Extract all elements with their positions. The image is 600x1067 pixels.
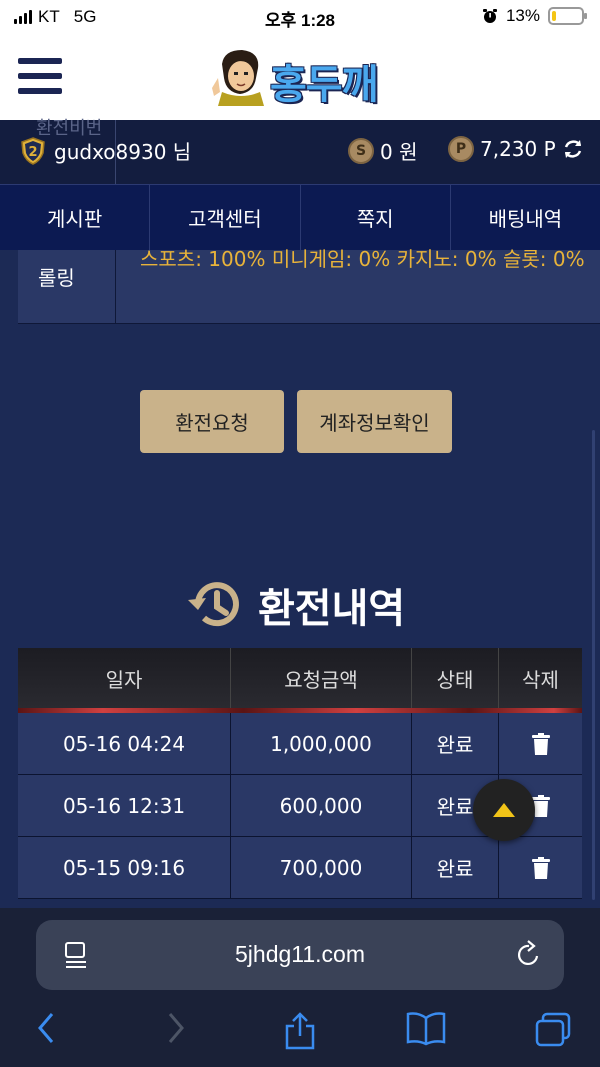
site-logo[interactable]: 홍두깨 bbox=[208, 46, 398, 108]
history-icon bbox=[188, 582, 239, 627]
site-header: 홍두깨 bbox=[0, 34, 600, 120]
trash-icon[interactable] bbox=[531, 732, 550, 755]
row-date: 05-16 12:31 bbox=[18, 775, 231, 836]
reload-icon[interactable] bbox=[516, 940, 542, 968]
column-header-date: 일자 bbox=[18, 648, 231, 708]
column-header-status: 상태 bbox=[412, 648, 499, 708]
trash-icon[interactable] bbox=[531, 856, 550, 879]
exchange-history-table: 일자 요청금액 상태 삭제 05-16 04:24 1,000,000 완료 0… bbox=[18, 648, 582, 899]
page-scrollbar[interactable] bbox=[592, 430, 595, 900]
back-icon[interactable] bbox=[36, 1012, 56, 1044]
table-row: 05-16 04:24 1,000,000 완료 bbox=[18, 713, 582, 775]
address-bar[interactable]: 5jhdg11.com bbox=[36, 920, 564, 990]
main-nav: 게시판 고객센터 쪽지 배팅내역 bbox=[0, 184, 600, 250]
browser-toolbar bbox=[0, 1012, 600, 1056]
row-amount: 600,000 bbox=[231, 775, 412, 836]
status-bar: KT 5G 오후 1:28 13% bbox=[0, 0, 600, 34]
table-row: 05-15 09:16 700,000 완료 bbox=[18, 837, 582, 899]
exchange-request-button[interactable]: 환전요청 bbox=[140, 390, 284, 453]
tab-board[interactable]: 게시판 bbox=[0, 185, 151, 250]
row-amount: 700,000 bbox=[231, 837, 412, 898]
column-header-amount: 요청금액 bbox=[231, 648, 412, 708]
rolling-row: 롤링 스포츠: 100% 미니게임: 0% 카지노: 0% 슬롯: 0% bbox=[18, 247, 600, 324]
logo-text: 홍두깨 bbox=[270, 62, 378, 108]
tab-customer-center[interactable]: 고객센터 bbox=[150, 185, 301, 250]
forward-icon[interactable] bbox=[166, 1012, 186, 1044]
tabs-icon[interactable] bbox=[534, 1012, 572, 1048]
point-coin-icon: P bbox=[448, 136, 474, 162]
row-date: 05-15 09:16 bbox=[18, 837, 231, 898]
share-icon[interactable] bbox=[284, 1012, 316, 1050]
rolling-value: 스포츠: 100% 미니게임: 0% 카지노: 0% 슬롯: 0% bbox=[140, 247, 585, 271]
battery-percent: 13% bbox=[505, 6, 540, 25]
refresh-icon[interactable] bbox=[562, 139, 584, 159]
point-balance: 7,230 P bbox=[480, 137, 556, 161]
battery-icon bbox=[548, 7, 587, 25]
menu-icon[interactable] bbox=[18, 58, 62, 96]
bookmarks-icon[interactable] bbox=[406, 1012, 446, 1046]
money-coin-icon: S bbox=[348, 137, 374, 164]
account-info-button[interactable]: 계좌정보확인 bbox=[297, 390, 452, 453]
browser-chrome: 5jhdg11.com bbox=[0, 908, 600, 1067]
column-header-delete: 삭제 bbox=[522, 667, 559, 692]
row-status: 완료 bbox=[412, 713, 499, 774]
row-amount: 1,000,000 bbox=[231, 713, 412, 774]
rolling-label: 롤링 bbox=[18, 250, 116, 324]
section-title: 환전내역 bbox=[186, 576, 405, 634]
mascot-icon bbox=[212, 50, 264, 106]
hidden-form-label: 환전비번 bbox=[18, 118, 116, 184]
caret-up-icon bbox=[493, 803, 515, 817]
tab-bet-history[interactable]: 배팅내역 bbox=[451, 185, 600, 250]
money-balance: 0 원 bbox=[380, 140, 418, 164]
row-status: 완료 bbox=[412, 837, 499, 898]
url-text: 5jhdg11.com bbox=[235, 941, 365, 967]
scroll-to-top-button[interactable] bbox=[473, 779, 535, 841]
table-header: 일자 요청금액 상태 삭제 bbox=[18, 648, 582, 708]
alarm-icon bbox=[482, 9, 497, 23]
page-title: 환전내역 bbox=[258, 586, 406, 632]
row-date: 05-16 04:24 bbox=[18, 713, 231, 774]
tab-messages[interactable]: 쪽지 bbox=[301, 185, 451, 250]
